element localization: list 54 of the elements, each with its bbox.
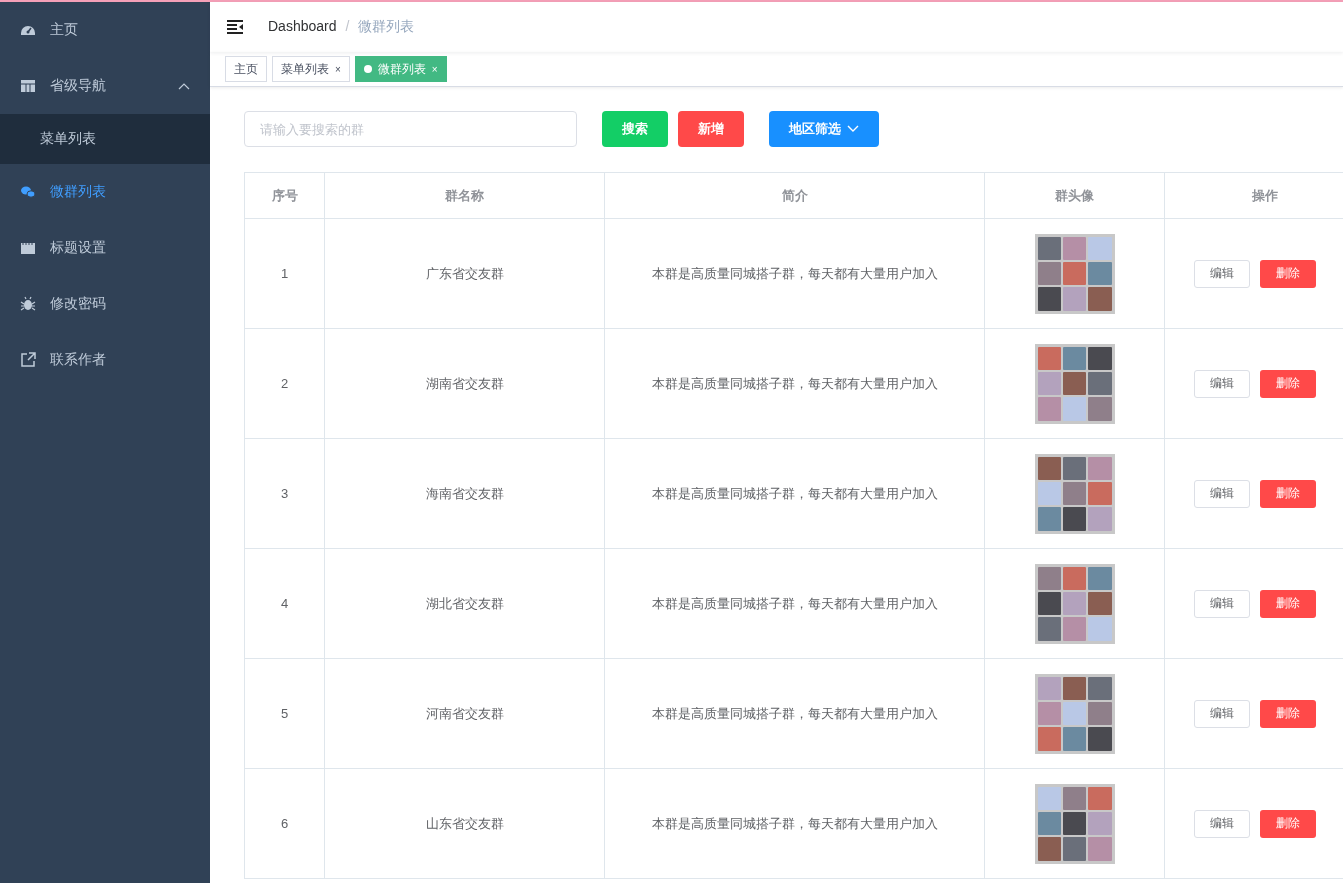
external-link-icon <box>20 352 36 368</box>
table-cell: 本群是高质量同城搭子群，每天都有大量用户加入 <box>604 548 985 659</box>
chat-icon <box>20 184 36 200</box>
sidebar-item[interactable]: 省级导航 <box>0 58 210 114</box>
tab-label: 菜单列表 <box>281 60 329 78</box>
sidebar-item[interactable]: 标题设置 <box>0 220 210 276</box>
breadcrumb-item[interactable]: Dashboard <box>268 18 337 36</box>
table-cell: 河南省交友群 <box>324 658 605 769</box>
close-icon[interactable]: × <box>335 63 341 75</box>
column-header: 群头像 <box>984 172 1165 219</box>
table-cell: 海南省交友群 <box>324 438 605 549</box>
bug-icon <box>20 296 36 312</box>
edit-button[interactable]: 编辑 <box>1194 699 1250 728</box>
sidebar-item[interactable]: 微群列表 <box>0 164 210 220</box>
table-cell: 3 <box>244 438 325 549</box>
edit-button[interactable]: 编辑 <box>1194 479 1250 508</box>
tab[interactable]: 菜单列表 × <box>272 56 350 82</box>
column-header: 简介 <box>604 172 985 219</box>
column-header: 序号 <box>244 172 325 219</box>
submenu-item[interactable]: 菜单列表 <box>0 114 210 164</box>
search-field[interactable]: 请输入要搜索的群 <box>244 111 577 147</box>
tab[interactable]: 主页 <box>225 56 267 82</box>
edit-button[interactable]: 编辑 <box>1194 369 1250 398</box>
sidebar-item[interactable]: 联系作者 <box>0 332 210 388</box>
table-cell: 广东省交友群 <box>324 218 605 329</box>
table-cell: 5 <box>244 658 325 769</box>
table-cell: 本群是高质量同城搭子群，每天都有大量用户加入 <box>604 328 985 439</box>
grid-icon <box>20 78 36 94</box>
table-cell: 本群是高质量同城搭子群，每天都有大量用户加入 <box>604 768 985 879</box>
sidebar-item[interactable]: 主页 <box>0 2 210 58</box>
edit-button[interactable]: 编辑 <box>1194 809 1250 838</box>
tab-label: 微群列表 <box>377 60 426 78</box>
table-cell: 湖北省交友群 <box>324 548 605 659</box>
menu-icon[interactable] <box>226 19 244 35</box>
sidebar-item[interactable]: 修改密码 <box>0 276 210 332</box>
table-cell: 山东省交友群 <box>324 768 605 879</box>
table-cell: 本群是高质量同城搭子群，每天都有大量用户加入 <box>604 438 985 549</box>
clapper-icon <box>20 240 36 256</box>
column-header: 操作 <box>1164 172 1343 219</box>
breadcrumb-item: 微群列表 <box>358 18 415 36</box>
table-cell: 湖南省交友群 <box>324 328 605 439</box>
table-cell: 本群是高质量同城搭子群，每天都有大量用户加入 <box>604 218 985 329</box>
table-cell: 4 <box>244 548 325 659</box>
column-header: 群名称 <box>324 172 605 219</box>
active-dot-icon <box>363 65 372 73</box>
edit-button[interactable]: 编辑 <box>1194 259 1250 288</box>
chevron-down-icon <box>847 125 859 133</box>
edit-button[interactable]: 编辑 <box>1194 589 1250 618</box>
table-cell: 1 <box>244 218 325 329</box>
table-cell: 本群是高质量同城搭子群，每天都有大量用户加入 <box>604 658 985 769</box>
breadcrumb-separator: / <box>345 18 350 36</box>
table-cell: 6 <box>244 768 325 879</box>
tab-label: 主页 <box>234 60 258 78</box>
table-cell: 2 <box>244 328 325 439</box>
